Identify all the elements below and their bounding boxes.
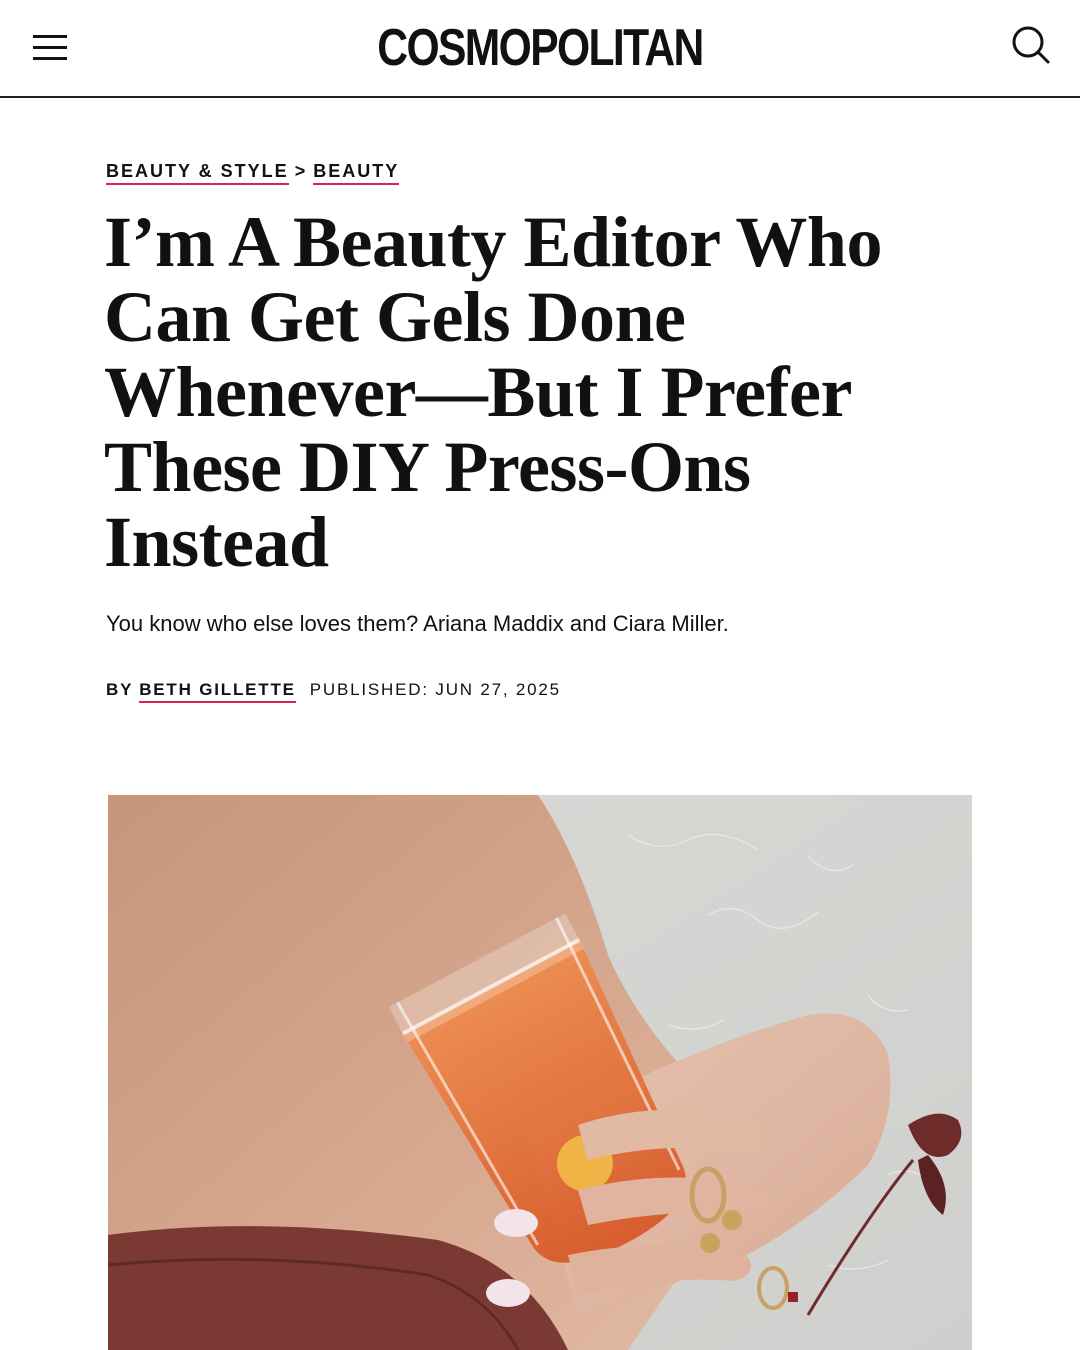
- breadcrumb-beauty-style-link[interactable]: BEAUTY & STYLE: [106, 161, 289, 185]
- search-icon: [1012, 26, 1050, 64]
- article-headline: I’m A Beauty Editor Who Can Get Gels Don…: [104, 202, 882, 582]
- menu-line: [33, 57, 67, 60]
- byline-prefix: BY: [106, 680, 134, 699]
- article-dek: You know who else loves them? Ariana Mad…: [106, 611, 729, 636]
- publish-date: PUBLISHED: JUN 27, 2025: [309, 680, 561, 699]
- author-link[interactable]: BETH GILLETTE: [139, 680, 296, 703]
- breadcrumb-separator: >: [294, 161, 308, 181]
- menu-button[interactable]: [33, 33, 71, 63]
- byline: BY BETH GILLETTE PUBLISHED: JUN 27, 2025: [106, 680, 561, 703]
- menu-line: [33, 46, 67, 49]
- hero-image: [108, 795, 972, 1350]
- site-logo[interactable]: COSMOPOLITAN: [97, 18, 983, 78]
- site-header: COSMOPOLITAN: [0, 0, 1080, 98]
- hero-photo-illustration: [108, 795, 972, 1350]
- breadcrumb-beauty-link[interactable]: BEAUTY: [313, 161, 400, 185]
- menu-line: [33, 35, 67, 38]
- breadcrumb: BEAUTY & STYLE > BEAUTY: [106, 161, 400, 185]
- search-button[interactable]: [1008, 22, 1056, 70]
